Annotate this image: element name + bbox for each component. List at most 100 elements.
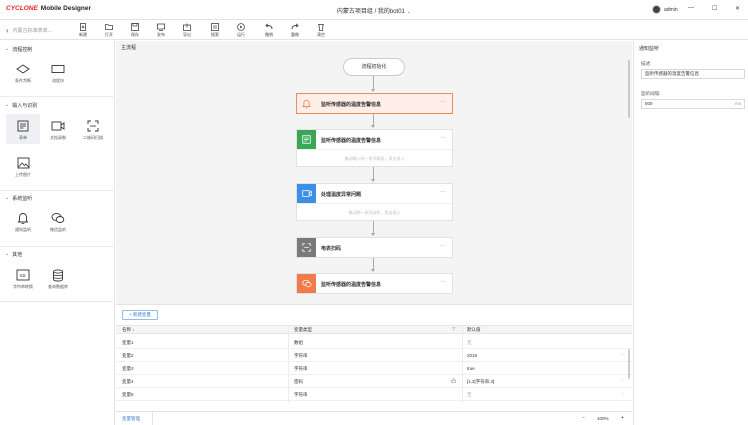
column-type: 变量类型: [294, 327, 312, 332]
form-icon: [17, 120, 29, 132]
divider: [0, 190, 115, 191]
more-icon[interactable]: ···: [621, 391, 626, 396]
column-name[interactable]: 名称 ↓: [122, 327, 135, 333]
toolbar-export-button[interactable]: 导出: [179, 23, 195, 38]
table-row[interactable]: 变量5 字符串 无 ···: [116, 388, 632, 401]
flow-node[interactable]: 监听传感器的温度告警信息 ···: [296, 93, 453, 114]
toolbar-run-button[interactable]: 运行: [233, 23, 249, 38]
toolbar-undo-button[interactable]: 撤销: [261, 23, 277, 38]
caret-down-icon: ⌄: [5, 102, 10, 108]
more-icon[interactable]: ···: [440, 279, 446, 285]
filter-icon[interactable]: ▽: [452, 326, 455, 332]
video-icon: [301, 190, 312, 197]
canvas-scrollbar[interactable]: [628, 60, 630, 118]
scan-icon: [302, 243, 311, 252]
more-icon[interactable]: ···: [621, 378, 626, 383]
more-icon[interactable]: ···: [440, 189, 446, 195]
minimize-icon[interactable]: —: [688, 5, 694, 11]
node-title: 监听传感器的温度告警信息: [321, 138, 382, 144]
tool-doc-record[interactable]: 文档录制: [41, 114, 75, 144]
tool-string-convert[interactable]: Str. 字符串转换: [6, 263, 40, 293]
user-menu[interactable]: admin: [652, 5, 678, 14]
table-row[interactable]: 变量3 字符串 true: [116, 362, 632, 375]
section-flow-control[interactable]: ⌄ 流程控制: [0, 43, 115, 55]
section-title: 其他: [12, 251, 23, 258]
zoom-in-button[interactable]: +: [621, 415, 624, 421]
export-icon: [179, 23, 195, 31]
start-node[interactable]: 流程初始化: [343, 58, 405, 76]
flow-node[interactable]: 监听传感器的温度告警信息 ···: [296, 273, 453, 294]
tool-qr-scan[interactable]: 二维码扫描: [76, 114, 110, 144]
maximize-icon[interactable]: ☐: [712, 5, 717, 12]
table-row[interactable]: 变量2 字符串 2019 ···: [116, 349, 632, 362]
tool-notify-listen[interactable]: 通知监听: [6, 206, 40, 236]
toolbar-open-button[interactable]: 打开: [101, 23, 117, 38]
toolbar-new-button[interactable]: 新建: [75, 23, 91, 38]
close-icon[interactable]: ✕: [735, 5, 740, 12]
svg-text:Str.: Str.: [20, 273, 27, 278]
variable-default: 2019: [467, 353, 478, 358]
toolbar-open-label: 打开: [105, 32, 113, 37]
tool-wechat-listen[interactable]: 微信监听: [41, 206, 75, 236]
node-title: 电表扫码: [321, 246, 342, 252]
tool-query-database[interactable]: 查询数据库: [41, 263, 75, 293]
table-scrollbar[interactable]: [628, 349, 630, 379]
more-icon[interactable]: ···: [621, 352, 626, 357]
table-row[interactable]: 变量4 密码 [1,2[字符串,3] ···: [116, 375, 632, 388]
toolbar-clear-label: 清空: [317, 32, 325, 37]
toolbar-new-label: 新建: [79, 32, 87, 37]
interval-label: 监听间隔:: [641, 91, 661, 96]
more-icon[interactable]: ···: [440, 99, 446, 105]
zoom-out-button[interactable]: −: [582, 415, 585, 421]
lock-icon: [451, 378, 456, 384]
caret-down-icon: ⌄: [5, 251, 10, 257]
tool-label: 二维码扫描: [83, 135, 103, 140]
node-title: 监听传感器的温度告警信息: [321, 282, 382, 288]
divider: [0, 246, 115, 247]
variable-type: 密码: [294, 379, 303, 384]
flow-node[interactable]: 处理温度异常问题 ··· 拖动到一系列动作，双击进入: [296, 183, 453, 221]
wechat-icon: [301, 279, 312, 288]
toolbar-redo-button[interactable]: 重做: [287, 23, 303, 38]
flow-node[interactable]: 监听传感器的温度告警信息 ··· 拖动输入的一系列表组，双击进入: [296, 129, 453, 167]
toolbar-publish-label: 发布: [157, 32, 165, 37]
toolbar-export-label: 导出: [183, 32, 191, 37]
tool-form[interactable]: 表单: [6, 114, 40, 144]
divider: [152, 412, 153, 425]
toolbar-search-button[interactable]: 搜索: [207, 23, 223, 38]
more-icon[interactable]: ···: [440, 135, 446, 141]
tool-condition[interactable]: 条件判断: [6, 57, 40, 87]
tab-main-flow[interactable]: 主流程: [121, 44, 136, 51]
description-field[interactable]: 监听传感器的温度告警信息: [641, 69, 745, 79]
tool-label: 微信监听: [50, 227, 66, 232]
toolbar-publish-button[interactable]: 发布: [153, 23, 169, 38]
new-variable-button[interactable]: + 新建变量: [122, 310, 158, 320]
toolbar-undo-label: 撤销: [265, 32, 273, 37]
flow-canvas[interactable]: 主流程: [116, 41, 632, 304]
toolbar-clear-button[interactable]: 清空: [313, 23, 329, 38]
back-button[interactable]: ‹ 内蒙古标准表单...: [0, 20, 72, 40]
node-title: 处理温度异常问题: [321, 192, 362, 198]
section-input-recognition[interactable]: ⌄ 输入与识别: [0, 99, 115, 111]
flow-node[interactable]: 电表扫码 ···: [296, 237, 453, 258]
database-icon: [53, 268, 63, 281]
project-title[interactable]: 内蒙古项目组 / 我的bot01 ⌄: [0, 6, 748, 15]
toolbar-save-button[interactable]: 保存: [127, 23, 143, 38]
more-icon[interactable]: ···: [440, 243, 446, 249]
tool-flow-block[interactable]: 流程块: [41, 57, 75, 87]
variable-manage-link[interactable]: 变量管理: [122, 416, 140, 422]
toolbar-save-label: 保存: [131, 32, 139, 37]
section-other[interactable]: ⌄ 其他: [0, 248, 115, 260]
tool-upload-image[interactable]: 上传图片: [6, 151, 40, 181]
image-icon: [17, 157, 29, 169]
toolbar-search-label: 搜索: [211, 32, 219, 37]
interval-field[interactable]: 500 ms: [641, 99, 745, 109]
arrow-down-icon: [371, 125, 375, 128]
table-row[interactable]: 变量1 数组 无: [116, 336, 632, 349]
node-hint: 拖动到一系列动作，双击进入: [297, 203, 452, 220]
redo-icon: [287, 23, 303, 31]
connector: [373, 76, 374, 90]
section-system-listen[interactable]: ⌄ 系统监听: [0, 192, 115, 204]
arrow-down-icon: [371, 269, 375, 272]
scan-icon: [87, 120, 99, 132]
